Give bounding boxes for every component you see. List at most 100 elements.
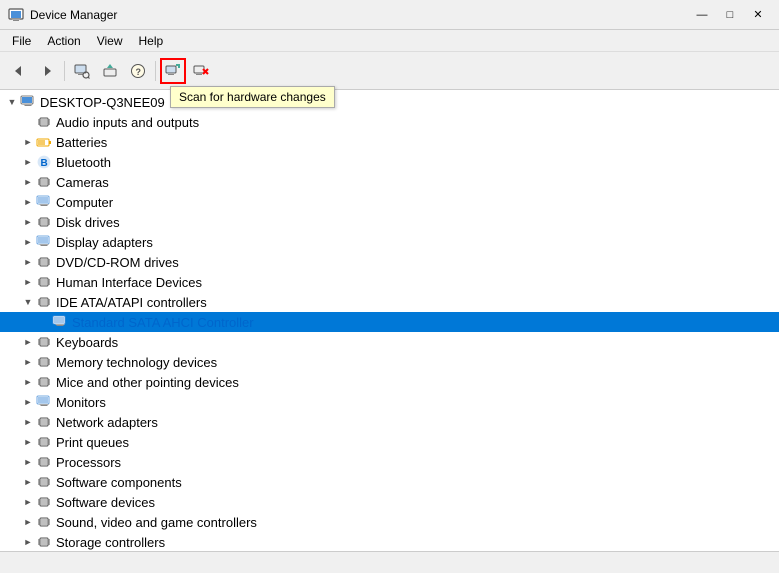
root-label: DESKTOP-Q3NEE09 xyxy=(40,95,165,110)
tree-item[interactable]: ► Disk drives xyxy=(0,212,779,232)
tree-label: Keyboards xyxy=(56,335,118,350)
tree-root[interactable]: ▼ DESKTOP-Q3NEE09 xyxy=(0,92,779,112)
tree-item[interactable]: ► Monitors xyxy=(0,392,779,412)
tree-icon xyxy=(36,374,52,390)
menu-view[interactable]: View xyxy=(89,32,131,50)
tree-arrow[interactable]: ► xyxy=(20,437,36,447)
properties-button[interactable] xyxy=(69,58,95,84)
tree-label: Monitors xyxy=(56,395,106,410)
tree-item[interactable]: Standard SATA AHCI Controller xyxy=(0,312,779,332)
tree-icon xyxy=(36,194,52,210)
tree-item[interactable]: ► Mice and other pointing devices xyxy=(0,372,779,392)
tree-icon xyxy=(36,514,52,530)
tree-arrow[interactable]: ▼ xyxy=(20,297,36,307)
tree-item[interactable]: ► Human Interface Devices xyxy=(0,272,779,292)
scan-hardware-button[interactable] xyxy=(160,58,186,84)
tree-arrow[interactable]: ► xyxy=(20,197,36,207)
forward-button[interactable] xyxy=(34,58,60,84)
tree-label: IDE ATA/ATAPI controllers xyxy=(56,295,207,310)
tree-arrow[interactable]: ► xyxy=(20,457,36,467)
tree-arrow[interactable]: ► xyxy=(20,257,36,267)
tree-item[interactable]: ► Computer xyxy=(0,192,779,212)
tree-arrow[interactable]: ► xyxy=(20,517,36,527)
tree-icon xyxy=(36,534,52,550)
update-driver-button[interactable] xyxy=(97,58,123,84)
tree-icon xyxy=(36,334,52,350)
maximize-button[interactable]: □ xyxy=(717,5,743,25)
tree-icon xyxy=(36,454,52,470)
tree-label: Batteries xyxy=(56,135,107,150)
status-bar xyxy=(0,551,779,573)
close-button[interactable]: ✕ xyxy=(745,5,771,25)
tree-label: Standard SATA AHCI Controller xyxy=(72,315,254,330)
tree-icon xyxy=(36,114,52,130)
minimize-button[interactable]: — xyxy=(689,5,715,25)
tree-arrow[interactable]: ► xyxy=(20,357,36,367)
tree-item[interactable]: ► Cameras xyxy=(0,172,779,192)
tree-item[interactable]: ► Display adapters xyxy=(0,232,779,252)
scan-hardware-icon xyxy=(165,63,181,79)
tree-item[interactable]: ► Print queues xyxy=(0,432,779,452)
tree-item[interactable]: ► Processors xyxy=(0,452,779,472)
tree-item[interactable]: ▼ IDE ATA/ATAPI controllers xyxy=(0,292,779,312)
tree-label: Network adapters xyxy=(56,415,158,430)
tree-item[interactable]: ► Keyboards xyxy=(0,332,779,352)
tree-item[interactable]: ► Software components xyxy=(0,472,779,492)
tree-arrow[interactable]: ► xyxy=(20,277,36,287)
menu-file[interactable]: File xyxy=(4,32,39,50)
tree-item[interactable]: ► Storage controllers xyxy=(0,532,779,551)
tree-arrow[interactable]: ► xyxy=(20,217,36,227)
svg-text:B: B xyxy=(41,158,48,169)
tree-arrow[interactable]: ► xyxy=(20,137,36,147)
tree-arrow[interactable]: ► xyxy=(20,497,36,507)
tree-item[interactable]: ► Batteries xyxy=(0,132,779,152)
tree-label: Sound, video and game controllers xyxy=(56,515,257,530)
tree-container[interactable]: ▼ DESKTOP-Q3NEE09 Audio inputs and outpu… xyxy=(0,90,779,551)
tree-arrow[interactable]: ► xyxy=(20,377,36,387)
tree-item[interactable]: ► Memory technology devices xyxy=(0,352,779,372)
tree-icon xyxy=(36,234,52,250)
tree-items: Audio inputs and outputs ► Batteries ► B… xyxy=(0,112,779,551)
tree-label: Disk drives xyxy=(56,215,120,230)
tree-arrow[interactable]: ► xyxy=(20,477,36,487)
tree-arrow[interactable]: ► xyxy=(20,157,36,167)
tree-label: Audio inputs and outputs xyxy=(56,115,199,130)
tree-label: Processors xyxy=(56,455,121,470)
tree-item[interactable]: Audio inputs and outputs xyxy=(0,112,779,132)
menu-help[interactable]: Help xyxy=(131,32,172,50)
tree-arrow[interactable]: ► xyxy=(20,417,36,427)
toolbar-separator-2 xyxy=(155,61,156,81)
tree-label: Mice and other pointing devices xyxy=(56,375,239,390)
tree-icon: B xyxy=(36,154,52,170)
menu-action[interactable]: Action xyxy=(39,32,88,50)
tree-item[interactable]: ► DVD/CD-ROM drives xyxy=(0,252,779,272)
tree-icon xyxy=(52,314,68,330)
tree-arrow[interactable]: ► xyxy=(20,237,36,247)
remove-device-icon xyxy=(193,63,209,79)
tree-arrow[interactable]: ► xyxy=(20,177,36,187)
tree-label: Bluetooth xyxy=(56,155,111,170)
tree-icon xyxy=(36,134,52,150)
tree-icon xyxy=(36,474,52,490)
tree-item[interactable]: ► B Bluetooth xyxy=(0,152,779,172)
tree-arrow[interactable]: ► xyxy=(20,337,36,347)
root-arrow[interactable]: ▼ xyxy=(4,97,20,107)
title-text: Device Manager xyxy=(30,8,117,22)
tree-icon xyxy=(36,354,52,370)
tree-item[interactable]: ► Sound, video and game controllers xyxy=(0,512,779,532)
remove-device-button[interactable] xyxy=(188,58,214,84)
tree-icon xyxy=(36,394,52,410)
toolbar: ? Scan for hardware changes xyxy=(0,52,779,90)
help-button[interactable]: ? xyxy=(125,58,151,84)
app-icon xyxy=(8,7,24,23)
tree-item[interactable]: ► Software devices xyxy=(0,492,779,512)
tree-arrow[interactable]: ► xyxy=(20,397,36,407)
tree-icon xyxy=(36,294,52,310)
tree-label: Computer xyxy=(56,195,113,210)
tree-label: Cameras xyxy=(56,175,109,190)
back-icon xyxy=(11,63,27,79)
tree-item[interactable]: ► Network adapters xyxy=(0,412,779,432)
back-button[interactable] xyxy=(6,58,32,84)
tree-label: Software devices xyxy=(56,495,155,510)
tree-arrow[interactable]: ► xyxy=(20,537,36,547)
